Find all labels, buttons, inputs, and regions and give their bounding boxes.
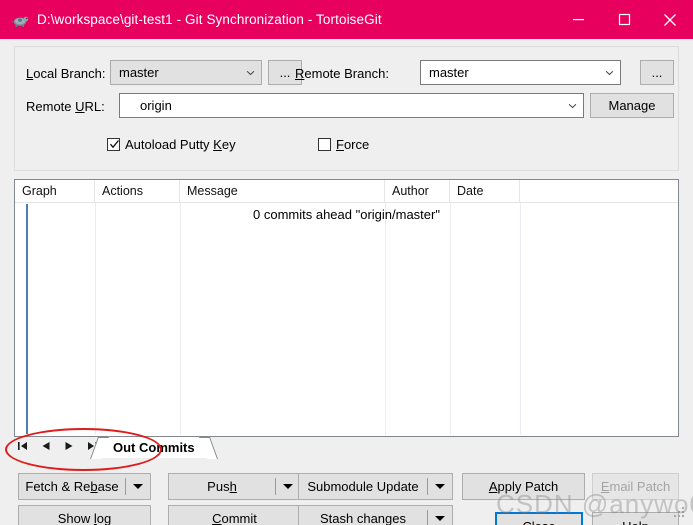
manage-label: Manage	[608, 98, 656, 113]
commit-label: Commit	[212, 511, 257, 525]
local-branch-label: Local Branch:	[26, 66, 106, 81]
column-divider	[520, 203, 521, 435]
tab-out-commits-label: Out Commits	[113, 440, 195, 455]
stash-changes-label: Stash changes	[319, 511, 406, 525]
checkbox-box	[318, 138, 331, 151]
column-header-graph[interactable]: Graph	[15, 180, 95, 202]
fetch-and-rebase-button[interactable]: Fetch & Rebase	[18, 473, 151, 500]
chevron-down-icon	[598, 70, 620, 76]
tab-out-commits[interactable]: Out Commits	[99, 437, 209, 458]
remote-url-combo[interactable]: origin	[119, 93, 584, 118]
push-button[interactable]: Push	[168, 473, 301, 500]
local-branch-combo[interactable]: master	[110, 60, 262, 85]
graph-lane-line	[26, 204, 28, 434]
commits-list[interactable]: Graph Actions Message Author Date 0 comm…	[14, 179, 679, 437]
maximize-button[interactable]	[601, 0, 647, 39]
show-log-button[interactable]: Show log	[18, 505, 151, 525]
close-dialog-button[interactable]: Close	[495, 512, 583, 525]
close-button[interactable]	[647, 0, 693, 39]
submodule-update-label: Submodule Update	[307, 479, 419, 494]
title-bar: D:\workspace\git-test1 - Git Synchroniza…	[0, 0, 693, 39]
remote-url-value: origin	[140, 98, 172, 113]
nav-first-icon[interactable]	[17, 439, 29, 453]
check-icon	[110, 140, 120, 149]
stash-changes-dropdown[interactable]	[428, 516, 452, 521]
chevron-down-icon	[435, 484, 445, 489]
nav-prev-icon[interactable]	[40, 439, 52, 453]
autoload-putty-key-checkbox[interactable]: Autoload Putty Key	[107, 137, 236, 152]
remote-branch-label: Remote Branch:	[295, 66, 389, 81]
help-label: Help	[622, 519, 649, 525]
remote-branch-browse-button[interactable]: ...	[640, 60, 674, 85]
force-checkbox[interactable]: Force	[318, 137, 369, 152]
tortoise-icon	[11, 16, 29, 27]
chevron-down-icon	[283, 484, 293, 489]
remote-branch-value: master	[429, 65, 469, 80]
column-header-message[interactable]: Message	[180, 180, 385, 202]
help-button[interactable]: Help	[592, 512, 679, 525]
column-header-blank[interactable]	[520, 180, 678, 202]
tab-strip: Out Commits	[14, 437, 679, 459]
commits-list-header: Graph Actions Message Author Date	[15, 180, 678, 203]
column-divider	[95, 203, 96, 435]
column-divider	[385, 203, 386, 435]
commit-button[interactable]: Commit	[168, 505, 301, 525]
chevron-down-icon	[561, 103, 583, 109]
fetch-and-rebase-label: Fetch & Rebase	[25, 479, 119, 494]
tortoisegit-sync-window: D:\workspace\git-test1 - Git Synchroniza…	[0, 0, 693, 525]
remote-branch-combo[interactable]: master	[420, 60, 621, 85]
nav-next-icon[interactable]	[63, 439, 75, 453]
sync-settings-panel: Local Branch: master ... Remote Branch: …	[14, 46, 679, 171]
force-label: Force	[336, 137, 370, 152]
autoload-putty-key-label: Autoload Putty Key	[125, 137, 236, 152]
minimize-button[interactable]	[555, 0, 601, 39]
email-patch-label: Email Patch	[600, 479, 671, 494]
window-title: D:\workspace\git-test1 - Git Synchroniza…	[37, 12, 382, 27]
chevron-down-icon	[133, 484, 143, 489]
remote-branch-browse-label: ...	[651, 65, 663, 80]
column-header-author[interactable]: Author	[385, 180, 450, 202]
checkbox-box	[107, 138, 120, 151]
close-dialog-label: Close	[522, 519, 555, 525]
column-header-date[interactable]: Date	[450, 180, 520, 202]
submodule-update-dropdown[interactable]	[428, 484, 452, 489]
fetch-and-rebase-dropdown[interactable]	[126, 484, 150, 489]
apply-patch-label: Apply Patch	[488, 479, 559, 494]
client-area: Local Branch: master ... Remote Branch: …	[3, 39, 690, 525]
window-controls	[555, 0, 693, 39]
push-label: Push	[207, 479, 237, 494]
minimize-icon	[572, 19, 584, 21]
email-patch-button: Email Patch	[592, 473, 679, 500]
column-divider	[180, 203, 181, 435]
chevron-down-icon	[239, 70, 261, 76]
tab-nav-buttons	[17, 439, 98, 453]
chevron-down-icon	[435, 516, 445, 521]
push-dropdown[interactable]	[276, 484, 300, 489]
close-icon	[664, 13, 676, 26]
remote-url-label: Remote URL:	[26, 99, 105, 114]
resize-grip[interactable]	[673, 506, 684, 517]
manage-button[interactable]: Manage	[590, 93, 674, 118]
stash-changes-button[interactable]: Stash changes	[298, 505, 453, 525]
maximize-icon	[618, 13, 630, 26]
show-log-label: Show log	[57, 511, 112, 525]
commits-empty-message: 0 commits ahead "origin/master"	[253, 207, 440, 222]
local-branch-value: master	[119, 65, 159, 80]
column-divider	[450, 203, 451, 435]
column-header-actions[interactable]: Actions	[95, 180, 180, 202]
submodule-update-button[interactable]: Submodule Update	[298, 473, 453, 500]
local-branch-browse-label: ...	[279, 65, 291, 80]
apply-patch-button[interactable]: Apply Patch	[462, 473, 585, 500]
